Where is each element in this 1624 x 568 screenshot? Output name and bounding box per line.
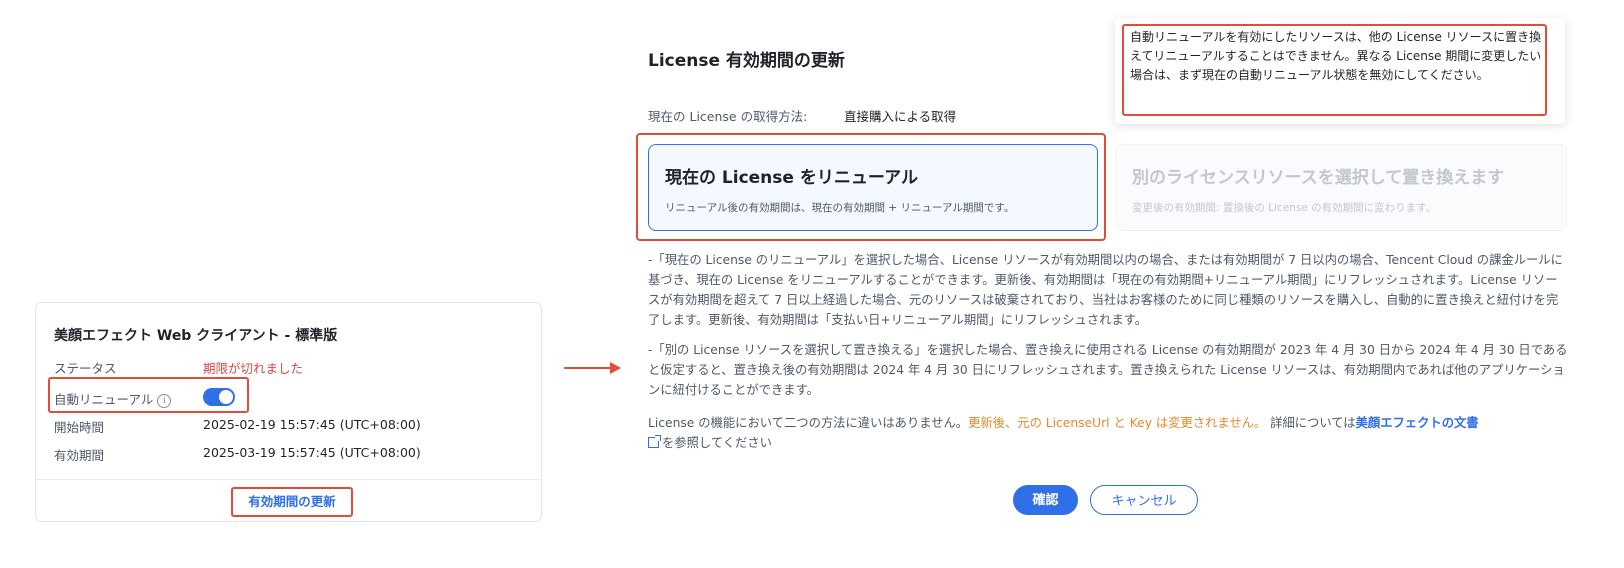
summary-details-text: 詳細については bbox=[1266, 416, 1356, 430]
summary-text: License の機能において二つの方法に違いはありません。 bbox=[648, 416, 969, 430]
option-renew-current[interactable]: 現在の License をリニューアル リニューアル後の有効期間は、現在の有効期… bbox=[648, 144, 1098, 231]
option-renew-current-title: 現在の License をリニューアル bbox=[665, 168, 919, 188]
status-label: ステータス bbox=[54, 361, 117, 376]
external-link-icon[interactable] bbox=[648, 435, 661, 448]
acquisition-method-label: 現在の License の取得方法: bbox=[648, 109, 808, 124]
option-replace-resource: 別のライセンスリソースを選択して置き換えます 変更後の有効期間: 置換後の Li… bbox=[1115, 144, 1567, 231]
option-replace-desc: 変更後の有効期間: 置換後の License の有効期間に変わります。 bbox=[1132, 202, 1437, 214]
paragraph-summary: License の機能において二つの方法に違いはありません。更新後、元の Lic… bbox=[648, 413, 1568, 453]
paragraph-replace-resource: -「別の License リソースを選択して置き換える」を選択した場合、置き換え… bbox=[648, 343, 1568, 397]
expiry-value: 2025-03-19 15:57:45 (UTC+08:00) bbox=[203, 445, 421, 460]
docs-link[interactable]: 美顔エフェクトの文書 bbox=[1356, 416, 1479, 430]
expiry-label: 有効期間 bbox=[54, 448, 105, 463]
acquisition-method-value: 直接購入による取得 bbox=[844, 109, 957, 124]
card-divider bbox=[36, 479, 541, 480]
option-replace-title: 別のライセンスリソースを選択して置き換えます bbox=[1132, 168, 1505, 188]
renew-validity-link[interactable]: 有効期間の更新 bbox=[231, 487, 353, 517]
dialog-title: License 有効期間の更新 bbox=[648, 51, 845, 71]
paragraph-renew-current: -「現在の License のリニューアル」を選択した場合、License リソ… bbox=[648, 253, 1563, 327]
status-value: 期限が切れました bbox=[203, 361, 304, 376]
summary-suffix: を参照してください bbox=[662, 436, 772, 450]
license-card: 美顔エフェクト Web クライアント - 標準版 ステータス 期限が切れました … bbox=[35, 302, 542, 522]
notice-text: 更新後、元の LicenseUrl と Key は変更されません。 bbox=[968, 416, 1267, 430]
confirm-button[interactable]: 確認 bbox=[1013, 485, 1078, 515]
card-title: 美顔エフェクト Web クライアント - 標準版 bbox=[54, 328, 338, 344]
start-time-label: 開始時間 bbox=[54, 420, 105, 435]
cancel-button[interactable]: キャンセル bbox=[1090, 485, 1198, 515]
option-renew-current-desc: リニューアル後の有効期間は、現在の有効期間 + リニューアル期間です。 bbox=[665, 202, 1015, 214]
tooltip-text: 自動リニューアルを有効にしたリソースは、他の License リソースに置き換え… bbox=[1130, 30, 1542, 82]
highlight-auto-renew bbox=[48, 377, 249, 413]
start-time-value: 2025-02-19 15:57:45 (UTC+08:00) bbox=[203, 417, 421, 432]
arrow-right-icon bbox=[564, 367, 612, 369]
arrow-head bbox=[610, 362, 621, 374]
